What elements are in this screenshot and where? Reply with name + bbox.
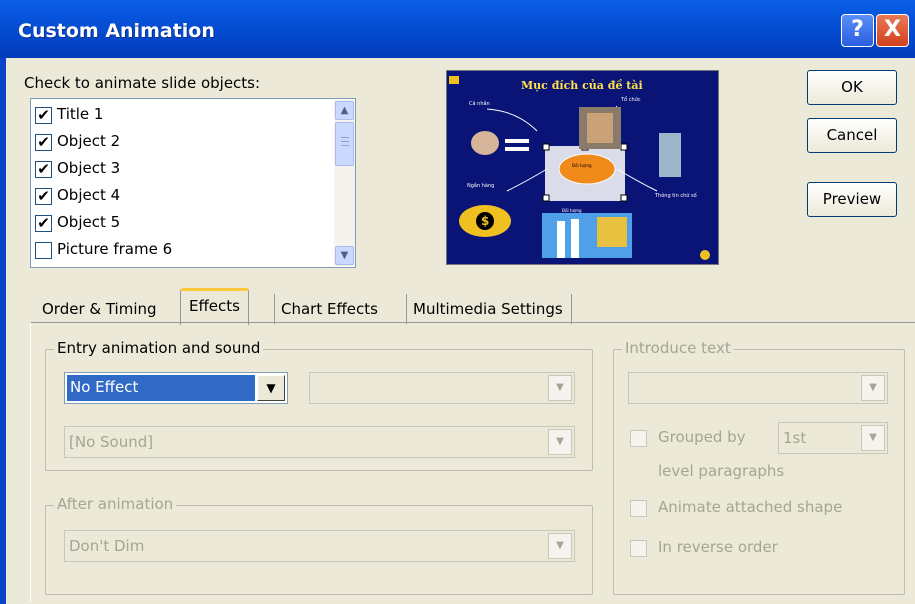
grouped-by-value: 1st [783, 429, 807, 447]
entry-animation-group: Entry animation and sound No Effect ▼ ▼ … [45, 339, 593, 471]
slide-label: Ngân hàng [467, 182, 494, 189]
after-animation-group: After animation Don't Dim ▼ [45, 495, 593, 595]
grouped-by-checkbox[interactable] [630, 430, 647, 447]
slide-label: Tổ chức [620, 96, 641, 103]
effect-select[interactable]: No Effect ▼ [64, 372, 288, 404]
direction-select[interactable]: ▼ [309, 372, 575, 404]
list-item[interactable]: ✔ Title 1 [35, 103, 331, 129]
slide-label: Đối tượng [572, 163, 592, 168]
tab-order-timing[interactable]: Order & Timing [42, 294, 157, 324]
title-bar[interactable]: Custom Animation ? X [0, 0, 915, 58]
slide-label: Thông tin chữ số [654, 192, 697, 199]
tab-chart-effects[interactable]: Chart Effects [274, 294, 378, 324]
checkbox-object-2[interactable]: ✔ [35, 134, 52, 151]
list-item-label: Title 1 [57, 105, 104, 123]
help-button[interactable]: ? [841, 14, 874, 47]
list-scrollbar[interactable]: ▲ ▼ [334, 100, 355, 266]
reverse-order-checkbox[interactable] [630, 540, 647, 557]
reverse-order-label: In reverse order [658, 538, 778, 556]
list-item[interactable]: ✔ Object 2 [35, 130, 331, 156]
chevron-down-icon[interactable]: ▼ [548, 375, 572, 401]
list-item-label: Object 4 [57, 186, 121, 204]
effect-select-value: No Effect [70, 378, 139, 396]
slide-title: Mục đích của đề tài [521, 79, 643, 92]
list-item[interactable]: ✔ Object 3 [35, 157, 331, 183]
chevron-down-icon[interactable]: ▼ [548, 533, 572, 559]
introduce-text-group: Introduce text ▼ Grouped by 1st ▼ level … [613, 339, 905, 595]
checkbox-picture-frame-6[interactable] [35, 242, 52, 259]
custom-animation-dialog: Custom Animation ? X Check to animate sl… [0, 0, 915, 604]
tab-multimedia-settings[interactable]: Multimedia Settings [406, 294, 572, 324]
list-item[interactable]: ✔ Object 4 [35, 184, 331, 210]
chevron-down-icon[interactable]: ▼ [861, 425, 885, 451]
sound-select[interactable]: [No Sound] ▼ [64, 426, 575, 458]
list-item-label: Picture frame 6 [57, 240, 173, 258]
svg-text:$: $ [481, 214, 489, 228]
preview-button[interactable]: Preview [807, 182, 897, 217]
entry-animation-title: Entry animation and sound [54, 339, 264, 357]
animate-attached-shape-label: Animate attached shape [658, 498, 843, 516]
slide-preview: Mục đích của đề tài Cá nhân Tổ chức Ngân… [446, 70, 719, 265]
checkbox-object-3[interactable]: ✔ [35, 161, 52, 178]
level-paragraphs-label: level paragraphs [658, 462, 785, 480]
objects-listbox[interactable]: ✔ Title 1 ✔ Object 2 ✔ Object 3 ✔ Object… [30, 98, 356, 268]
checkbox-object-4[interactable]: ✔ [35, 188, 52, 205]
grouped-by-select[interactable]: 1st ▼ [778, 422, 888, 454]
animate-attached-shape-checkbox[interactable] [630, 500, 647, 517]
list-item[interactable]: ✔ Object 5 [35, 211, 331, 237]
chevron-down-icon[interactable]: ▼ [861, 375, 885, 401]
effects-tab-panel: Entry animation and sound No Effect ▼ ▼ … [30, 322, 915, 602]
list-item-label: Object 3 [57, 159, 121, 177]
sound-select-value: [No Sound] [69, 433, 154, 451]
chevron-down-icon[interactable]: ▼ [548, 429, 572, 455]
after-animation-select[interactable]: Don't Dim ▼ [64, 530, 575, 562]
list-item-label: Object 2 [57, 132, 121, 150]
checkbox-object-5[interactable]: ✔ [35, 215, 52, 232]
close-button[interactable]: X [876, 14, 909, 47]
objects-list-label: Check to animate slide objects: [24, 74, 261, 92]
chevron-down-icon[interactable]: ▼ [257, 375, 285, 401]
window-title: Custom Animation [18, 20, 215, 42]
tab-effects[interactable]: Effects [180, 288, 249, 325]
tab-strip: Order & Timing Effects Chart Effects Mul… [30, 288, 910, 325]
after-animation-title: After animation [54, 495, 177, 513]
list-item[interactable]: Picture frame 6 [35, 238, 331, 264]
checkbox-title-1[interactable]: ✔ [35, 107, 52, 124]
introduce-text-title: Introduce text [622, 339, 734, 357]
slide-thumbnail: Mục đích của đề tài Cá nhân Tổ chức Ngân… [447, 71, 718, 264]
ok-button[interactable]: OK [807, 70, 897, 105]
scroll-up-icon[interactable]: ▲ [335, 101, 354, 120]
scroll-down-icon[interactable]: ▼ [335, 246, 354, 265]
scroll-thumb[interactable] [335, 122, 354, 166]
grouped-by-label: Grouped by [658, 428, 746, 446]
introduce-text-select[interactable]: ▼ [628, 372, 888, 404]
list-item-label: Object 5 [57, 213, 121, 231]
after-animation-value: Don't Dim [69, 537, 145, 555]
slide-label: Cá nhân [469, 100, 490, 107]
slide-marker-icon [449, 76, 459, 84]
slide-label: Đối tượng [562, 208, 582, 213]
cancel-button[interactable]: Cancel [807, 118, 897, 153]
